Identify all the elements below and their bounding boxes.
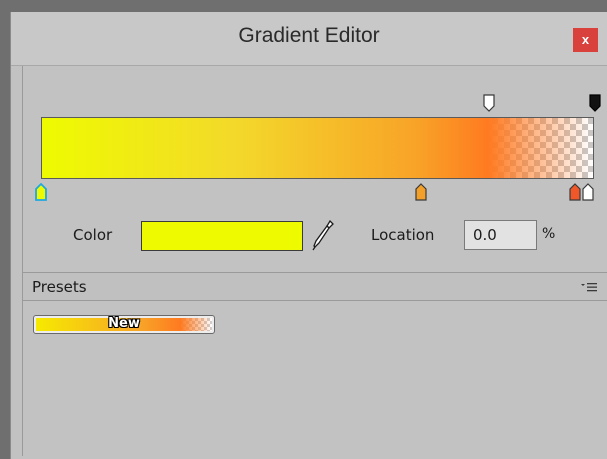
preset-label: New <box>108 316 140 331</box>
location-input[interactable]: 0.0 <box>464 220 537 250</box>
window-title: Gradient Editor <box>238 24 380 47</box>
eyedropper-icon[interactable] <box>311 219 335 253</box>
editor-content: Color Location 0.0 % Presets New <box>22 66 607 456</box>
title-bar: Gradient Editor x <box>11 12 607 66</box>
alpha-key-black-icon[interactable] <box>589 94 601 112</box>
presets-menu-icon[interactable] <box>581 281 597 293</box>
location-label: Location <box>371 226 435 244</box>
presets-header: Presets <box>23 272 607 301</box>
percent-label: % <box>542 226 556 242</box>
color-swatch-field[interactable] <box>141 221 303 251</box>
color-key-selected-icon[interactable] <box>35 183 47 201</box>
color-key-red-icon[interactable] <box>569 183 581 201</box>
presets-title: Presets <box>32 278 87 296</box>
color-key-orange-icon[interactable] <box>415 183 427 201</box>
alpha-key-white-icon[interactable] <box>483 94 495 112</box>
gradient-editor-window: Gradient Editor x Color Location 0.0 % P… <box>10 12 607 459</box>
preset-gradient-swatch: New <box>36 316 212 331</box>
gradient-preview-bar[interactable] <box>41 117 594 179</box>
color-key-white-icon[interactable] <box>582 183 594 201</box>
color-label: Color <box>73 226 113 244</box>
preset-item-new[interactable]: New <box>33 315 215 334</box>
close-button[interactable]: x <box>573 28 598 52</box>
